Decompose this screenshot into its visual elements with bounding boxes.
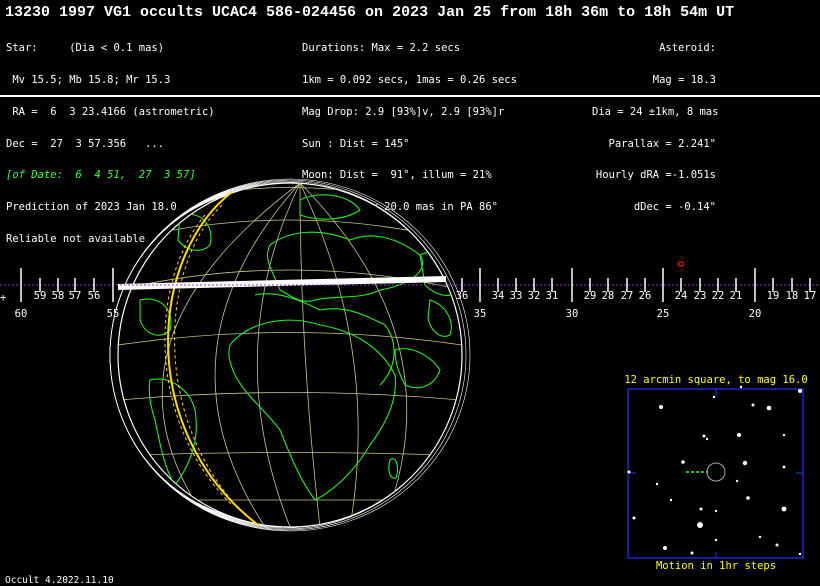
timeline-label: 55: [107, 308, 120, 320]
finder-caption: Motion in 1hr steps: [656, 560, 776, 572]
target-circle: [706, 462, 726, 482]
axis-start-mark: +: [0, 292, 6, 304]
star-marker: [677, 261, 685, 267]
timeline-label: 28: [602, 290, 615, 302]
timeline-label: 18: [786, 290, 799, 302]
timeline-label: 25: [657, 308, 670, 320]
timeline-label: 30: [566, 308, 579, 320]
timeline-label: 33: [510, 290, 523, 302]
timeline-label: 22: [712, 290, 725, 302]
timeline-label: 60: [15, 308, 28, 320]
timeline-label: 36: [456, 290, 469, 302]
timeline-label: 17: [804, 290, 817, 302]
timeline-label: 32: [528, 290, 541, 302]
timeline-label: 27: [621, 290, 634, 302]
timeline-label: 58: [52, 290, 65, 302]
map-canvas: 60 59 58 57 56 55 36 35 34 33 32 31 30 29 28 27 26 25 24 23…: [0, 178, 820, 572]
timeline-label: 19: [767, 290, 780, 302]
timeline-label: 21: [730, 290, 743, 302]
timeline-label: 26: [639, 290, 652, 302]
timeline-label: 35: [474, 308, 487, 320]
timeline-label: 29: [584, 290, 597, 302]
finder-box: [627, 388, 804, 559]
timeline-label: 59: [34, 290, 47, 302]
finder-title: 12 arcmin square, to mag 16.0: [624, 374, 807, 386]
finder-stars: [627, 385, 802, 556]
timeline-label: 20: [749, 308, 762, 320]
timeline-label: 31: [546, 290, 559, 302]
timeline-label: 57: [69, 290, 82, 302]
timeline-label: 23: [694, 290, 707, 302]
timeline-label: 24: [675, 290, 688, 302]
timeline-label: 56: [88, 290, 101, 302]
software-version: Occult 4.2022.11.10: [5, 575, 114, 586]
timeline-label: 34: [492, 290, 505, 302]
